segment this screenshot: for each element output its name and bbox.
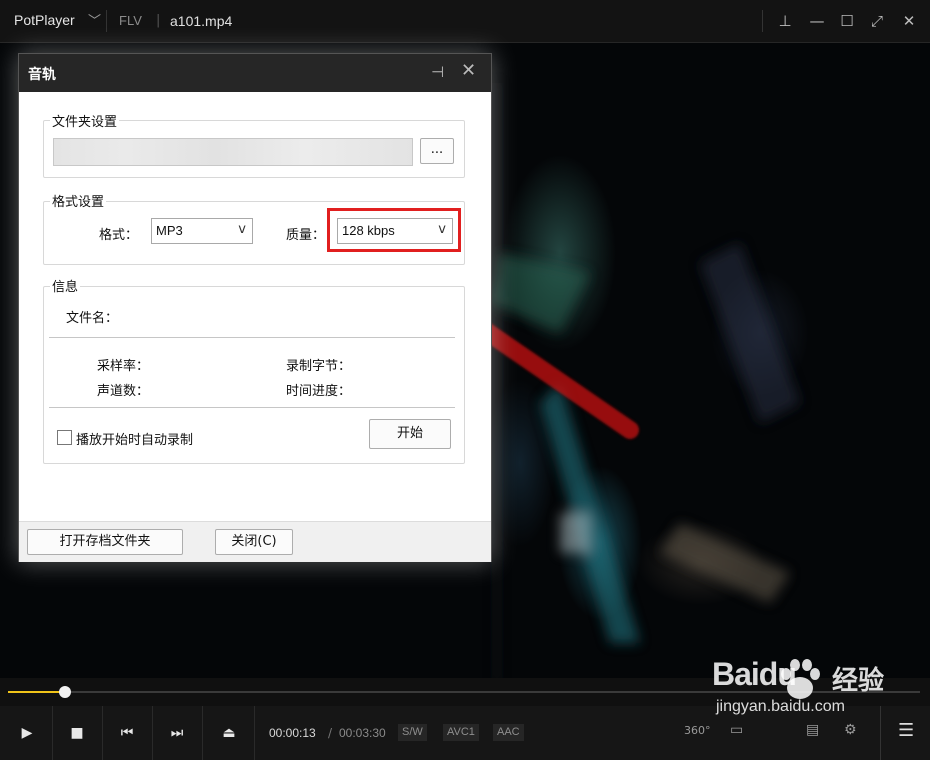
folder-settings-label: 文件夹设置 [50,111,120,130]
dialog-title: 音轨 [28,67,56,83]
controls-divider [880,706,881,760]
start-button[interactable]: 开始 [369,419,451,449]
play-icon[interactable]: ▶ [2,706,53,760]
info-divider [49,337,455,338]
dialog-body: 文件夹设置 ... 格式设置 格式： MP3 v 质量： 128 kbps v … [19,92,491,521]
total-time: 00:03:30 [339,726,386,740]
auto-record-label[interactable]: 播放开始时自动录制 [76,429,193,448]
dialog-titlebar[interactable]: 音轨 ⊣ ✕ [19,54,491,92]
close-icon[interactable]: ✕ [898,10,920,32]
chevron-down-icon: v [238,222,246,237]
paw-logo-icon [781,659,820,699]
vr-360-icon[interactable]: 360° [684,724,711,737]
time-progress-label: 时间进度： [286,384,352,399]
title-separator: | [156,13,161,28]
info-label: 信息 [50,276,81,295]
eject-icon[interactable]: ⏏ [204,706,255,760]
quality-highlight-box [327,208,461,252]
titlebar-divider [106,10,107,32]
chevron-down-icon[interactable]: ﹀ [88,10,101,29]
titlebar-divider [762,10,763,32]
pin-icon[interactable]: ⊣ [431,63,444,81]
seek-bar-fill [8,691,65,693]
auto-record-checkbox[interactable] [57,430,72,445]
current-time: 00:00:13 [269,726,316,740]
filename-label: 文件名： [66,311,119,326]
settings-icon[interactable]: ⚙ [844,722,857,738]
watermark-brand-cn: 经验 [832,666,885,696]
audio-track-dialog: 音轨 ⊣ ✕ 文件夹设置 ... 格式设置 格式： MP3 v 质量： 128 … [18,53,492,562]
watermark-url: jingyan.baidu.com [716,698,845,715]
info-divider [49,407,455,408]
stop-icon[interactable]: ■ [52,706,103,760]
minimize-icon[interactable]: — [806,10,828,32]
playlist-icon[interactable]: ▤ [806,722,819,738]
recorded-bytes-label: 录制字节： [286,359,352,374]
close-icon[interactable]: ✕ [461,60,476,81]
seek-bar-handle[interactable] [58,686,71,698]
next-icon[interactable]: ⏭ [152,706,203,760]
file-title: a101.mp4 [170,13,233,29]
fullscreen-icon[interactable]: ⤢ [866,10,888,32]
maximize-icon[interactable]: ☐ [836,10,858,32]
open-archive-folder-button[interactable]: 打开存档文件夹 [27,529,183,555]
format-select[interactable]: MP3 v [151,218,253,244]
close-button[interactable]: 关闭(C) [215,529,293,555]
capture-icon[interactable]: ▭ [730,722,743,738]
time-separator: / [328,726,333,740]
channels-label: 声道数： [97,384,150,399]
title-bar: PotPlayer ﹀ FLV | a101.mp4 ⊥ — ☐ ⤢ ✕ [0,0,930,43]
audio-codec-badge[interactable]: AAC [493,724,524,741]
previous-icon[interactable]: ⏮ [102,706,153,760]
quality-label: 质量： [286,228,326,243]
samplerate-label: 采样率： [97,359,150,374]
video-codec-badge[interactable]: AVC1 [443,724,479,741]
save-path-field[interactable] [53,138,413,166]
app-menu-button[interactable]: PotPlayer [14,12,75,28]
format-label: 格式： [99,228,139,243]
dialog-footer: 打开存档文件夹 关闭(C) [19,521,491,562]
format-settings-label: 格式设置 [50,191,107,210]
format-value: MP3 [156,223,183,238]
pin-icon[interactable]: ⊥ [774,10,796,32]
decoder-badge[interactable]: S/W [398,724,427,741]
container-format-label: FLV [119,13,142,28]
menu-icon[interactable]: ☰ [898,720,914,741]
browse-button[interactable]: ... [420,138,454,164]
